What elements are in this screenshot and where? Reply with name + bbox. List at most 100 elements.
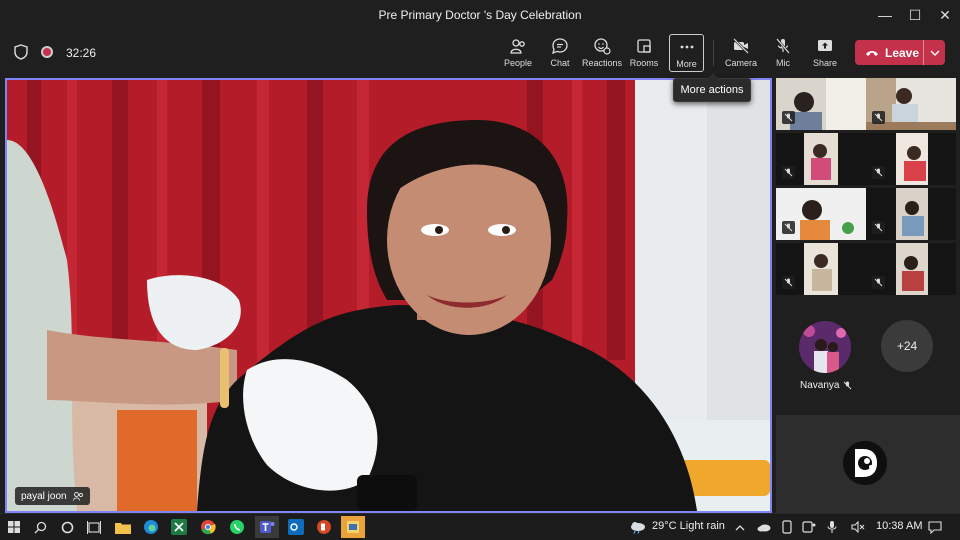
- mic-label: Mic: [776, 58, 790, 68]
- mic-muted-indicator: [782, 111, 795, 124]
- people-icon: [510, 39, 525, 54]
- clock-time[interactable]: 10:38 AM: [876, 520, 922, 532]
- mic-off-icon: [776, 38, 790, 54]
- powerpoint-icon[interactable]: [315, 518, 333, 536]
- mic-muted-indicator: [872, 111, 885, 124]
- mic-off-icon: [874, 223, 883, 232]
- participant-role-icon: [72, 491, 83, 501]
- participant-tile[interactable]: [866, 243, 956, 295]
- mic-button[interactable]: Mic: [763, 34, 803, 72]
- leave-options-dropdown[interactable]: [923, 40, 945, 65]
- reactions-label: Reactions: [581, 58, 623, 68]
- close-icon[interactable]: ✕: [930, 4, 960, 26]
- participant-tile[interactable]: [776, 78, 866, 130]
- participant-video: [804, 133, 838, 185]
- leave-button[interactable]: Leave: [855, 40, 945, 65]
- chevron-down-icon: [930, 50, 939, 56]
- participant-tile[interactable]: [866, 133, 956, 185]
- participant-name: payal joon: [21, 490, 67, 502]
- chat-icon: [552, 38, 568, 55]
- active-app-icon[interactable]: [341, 516, 365, 538]
- weather-text[interactable]: 29°C Light rain: [652, 520, 725, 532]
- cortana-icon[interactable]: [58, 518, 76, 536]
- title-bar: Pre Primary Doctor 's Day Celebration — …: [0, 0, 960, 30]
- reactions-button[interactable]: Reactions: [582, 34, 622, 72]
- excel-icon[interactable]: [170, 518, 188, 536]
- rooms-button[interactable]: Rooms: [624, 34, 664, 72]
- meeting-toolbar: 32:26 People Chat Reactions Rooms More C…: [0, 30, 960, 76]
- mic-off-icon: [874, 278, 883, 287]
- meeting-timer: 32:26: [66, 46, 97, 60]
- maximize-icon[interactable]: ☐: [900, 4, 930, 26]
- shield-icon: [14, 44, 28, 60]
- edge-icon[interactable]: [142, 518, 160, 536]
- file-explorer-icon[interactable]: [114, 518, 132, 536]
- windows-taskbar: 29°C Light rain 10:38 AM: [0, 513, 960, 540]
- task-view-icon[interactable]: [85, 518, 103, 536]
- share-button[interactable]: Share: [805, 34, 845, 72]
- weather-icon[interactable]: [628, 518, 648, 536]
- mic-muted-indicator: [872, 166, 885, 179]
- notifications-icon[interactable]: [926, 518, 944, 536]
- camera-label: Camera: [724, 58, 757, 68]
- more-button[interactable]: More: [669, 34, 704, 72]
- participant-tile[interactable]: [866, 78, 956, 130]
- mic-off-icon: [784, 278, 793, 287]
- more-icon: [680, 45, 693, 49]
- more-participants-button[interactable]: +24: [881, 320, 933, 372]
- participant-tile[interactable]: [866, 188, 956, 240]
- phone-link-icon[interactable]: [778, 518, 796, 536]
- participant-tile[interactable]: [776, 188, 866, 240]
- recording-indicator: [41, 46, 53, 58]
- leave-main[interactable]: Leave: [855, 40, 923, 65]
- participant-name: Navanya: [800, 380, 840, 391]
- participant-tile[interactable]: [776, 133, 866, 185]
- window-title: Pre Primary Doctor 's Day Celebration: [378, 8, 582, 22]
- participant-video: [896, 243, 928, 295]
- search-icon[interactable]: [31, 518, 49, 536]
- participant-avatar[interactable]: [799, 321, 851, 373]
- participant-tile[interactable]: [776, 243, 866, 295]
- chevron-up-icon[interactable]: [731, 518, 749, 536]
- chat-button[interactable]: Chat: [540, 34, 580, 72]
- mic-off-icon: [874, 168, 883, 177]
- camera-off-icon: [733, 38, 749, 54]
- participant-video: [896, 188, 928, 240]
- mic-tray-icon[interactable]: [823, 518, 841, 536]
- participant-video: [896, 133, 928, 185]
- chrome-icon[interactable]: [199, 518, 217, 536]
- people-label: People: [503, 58, 533, 68]
- mic-muted-indicator: [782, 276, 795, 289]
- mic-muted-indicator: [782, 221, 795, 234]
- mic-off-icon: [844, 381, 852, 390]
- mic-muted-indicator: [872, 276, 885, 289]
- participant-name-tag: payal joon: [15, 487, 90, 505]
- participant-video: [804, 243, 838, 295]
- reactions-icon: [594, 38, 611, 55]
- mic-muted-indicator: [872, 221, 885, 234]
- camera-button[interactable]: Camera: [721, 34, 761, 72]
- main-video-feed[interactable]: payal joon: [5, 78, 772, 513]
- outlook-icon[interactable]: [287, 518, 305, 536]
- people-button[interactable]: People: [498, 34, 538, 72]
- minimize-icon[interactable]: —: [870, 4, 900, 26]
- self-avatar: [843, 441, 887, 485]
- volume-muted-icon[interactable]: [849, 518, 867, 536]
- self-avatar-image: [843, 441, 887, 485]
- more-label: More: [676, 59, 697, 69]
- teams-tray-icon[interactable]: [800, 518, 818, 536]
- avatar-image: [799, 321, 851, 373]
- whatsapp-icon[interactable]: [228, 518, 246, 536]
- onedrive-icon[interactable]: [755, 518, 773, 536]
- windows-start-icon[interactable]: [5, 518, 23, 536]
- toolbar-divider: [713, 40, 714, 66]
- phone-hangup-icon: [866, 50, 878, 56]
- mic-off-icon: [874, 113, 883, 122]
- teams-icon[interactable]: [255, 516, 279, 538]
- rooms-icon: [637, 39, 651, 53]
- share-icon: [818, 40, 832, 51]
- mic-off-icon: [784, 223, 793, 232]
- mic-muted-indicator: [782, 166, 795, 179]
- video-frame: [7, 80, 770, 511]
- rooms-label: Rooms: [629, 58, 659, 68]
